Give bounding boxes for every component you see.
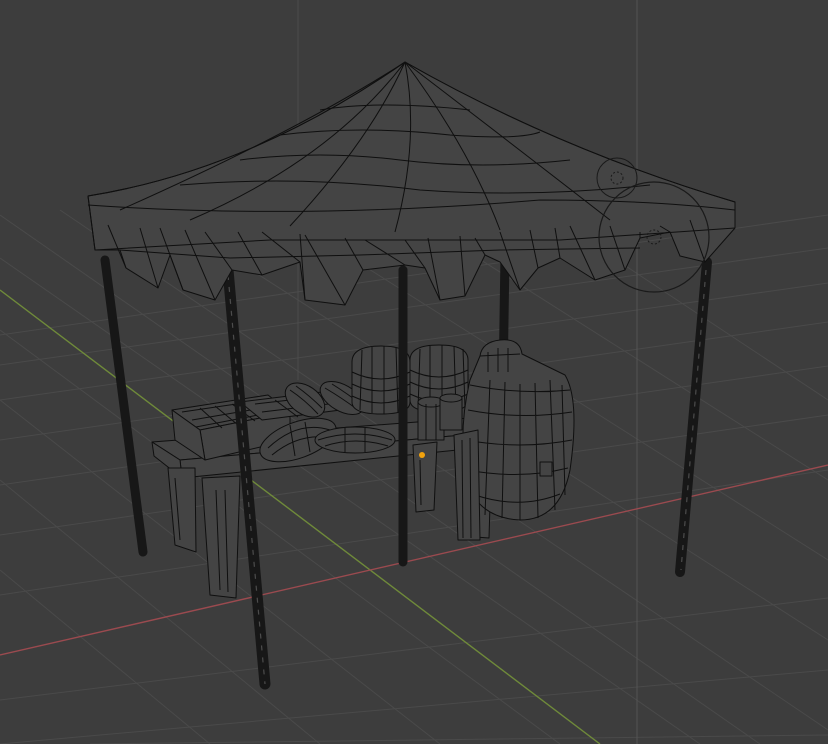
canopy[interactable] [87, 61, 736, 306]
barrel-tap [539, 461, 553, 477]
large-barrel[interactable] [453, 339, 575, 541]
object-origin-icon[interactable] [419, 452, 425, 458]
pole-back-left [100, 255, 148, 557]
3d-viewport[interactable] [0, 0, 828, 744]
viewport-canvas[interactable] [0, 0, 828, 744]
